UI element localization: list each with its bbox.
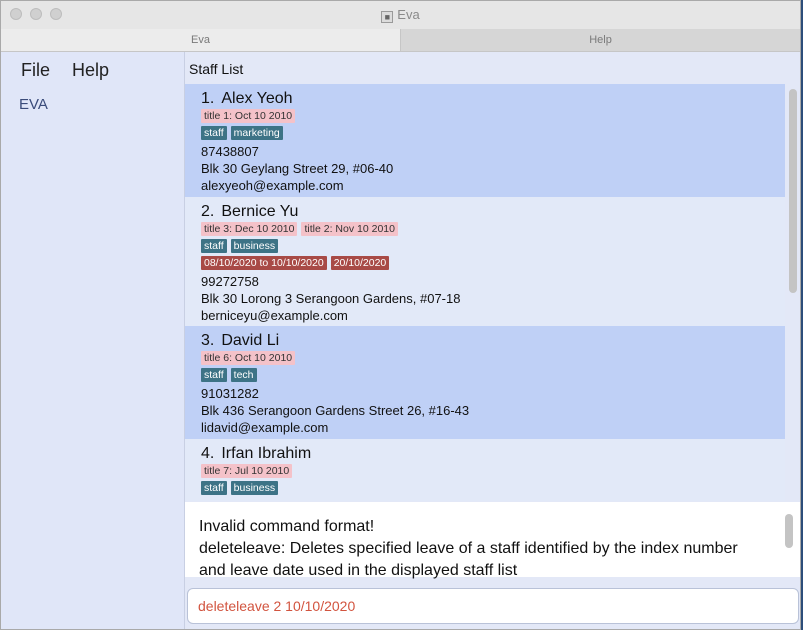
menu-file[interactable]: File xyxy=(21,60,50,80)
staff-card[interactable]: 4. Irfan Ibrahim title 7: Jul 10 2010 sta… xyxy=(185,439,785,501)
result-scrollbar[interactable] xyxy=(785,514,793,548)
leave-chip: title 3: Dec 10 2010 xyxy=(201,222,298,236)
command-input[interactable] xyxy=(188,589,798,623)
staff-address: Blk 30 Geylang Street 29, #06-40 xyxy=(201,161,394,176)
staff-card[interactable]: 1. Alex Yeoh title 1: Oct 10 2010 staff ma… xyxy=(185,84,785,197)
menu-bar: File Help xyxy=(21,60,131,81)
staff-name: Irfan Ibrahim xyxy=(221,445,312,462)
staff-phone: 87438807 xyxy=(201,144,259,159)
sidebar: File Help EVA xyxy=(1,52,185,629)
tag-chip: staff xyxy=(201,481,227,495)
staff-name: Alex Yeoh xyxy=(221,90,293,107)
staff-name-row: 1. Alex Yeoh xyxy=(201,89,785,109)
result-line: Invalid command format! xyxy=(199,518,375,535)
staff-list-scrollbar[interactable] xyxy=(789,89,797,293)
main-panel: Staff List 1. Alex Yeoh title 1: Oct 10 2… xyxy=(185,52,800,629)
tag-chip: marketing xyxy=(230,126,283,140)
tab-eva[interactable]: Eva xyxy=(1,29,401,51)
staff-email: lidavid@example.com xyxy=(201,420,329,435)
tag-chip: tech xyxy=(230,368,257,382)
window-title: Eva xyxy=(397,7,420,22)
leave-row: title 6: Oct 10 2010 xyxy=(201,351,785,368)
staff-card[interactable]: 2. Bernice Yu title 3: Dec 10 2010 title 2… xyxy=(185,197,785,326)
leave-chip: title 1: Oct 10 2010 xyxy=(201,109,296,123)
result-line: and leave date used in the displayed sta… xyxy=(199,562,518,579)
result-text: Invalid command format! deleteleave: Del… xyxy=(199,516,759,582)
staff-address: Blk 30 Lorong 3 Serangoon Gardens, #07-1… xyxy=(201,291,461,306)
staff-list-header: Staff List xyxy=(189,61,244,77)
staff-email: berniceyu@example.com xyxy=(201,308,348,323)
staff-card[interactable]: 3. David Li title 6: Oct 10 2010 staff tec… xyxy=(185,326,785,439)
menu-help[interactable]: Help xyxy=(72,60,109,80)
title-bar: ■ Eva xyxy=(1,1,800,30)
tag-row: staff tech xyxy=(201,368,785,385)
tag-row: staff marketing xyxy=(201,126,785,143)
staff-index: 4. xyxy=(201,445,215,462)
tag-chip: staff xyxy=(201,368,227,382)
staff-address: Blk 436 Serangoon Gardens Street 26, #16… xyxy=(201,403,470,418)
staff-phone: 91031282 xyxy=(201,386,259,401)
tag-chip: staff xyxy=(201,126,227,140)
window-title-wrap: ■ Eva xyxy=(1,7,800,23)
tag-chip: business xyxy=(230,481,279,495)
application-chip: 08/10/2020 to 10/10/2020 xyxy=(201,256,327,270)
leave-chip: title 7: Jul 10 2010 xyxy=(201,464,293,478)
tag-chip: staff xyxy=(201,239,227,253)
tab-help[interactable]: Help xyxy=(401,29,800,51)
result-line: deleteleave: Deletes specified leave of … xyxy=(199,540,738,557)
sidebar-eva-label: EVA xyxy=(19,96,48,113)
staff-name-row: 2. Bernice Yu xyxy=(201,202,785,222)
app-icon: ■ xyxy=(381,11,394,23)
leave-chip: title 6: Oct 10 2010 xyxy=(201,351,296,365)
staff-phone: 99272758 xyxy=(201,274,259,289)
leave-row: title 3: Dec 10 2010 title 2: Nov 10 2010 xyxy=(201,222,785,239)
result-display: Invalid command format! deleteleave: Del… xyxy=(185,502,800,579)
application-row: 08/10/2020 to 10/10/2020 20/10/2020 xyxy=(201,256,785,273)
staff-index: 1. xyxy=(201,90,215,107)
staff-phone: 92492021 xyxy=(201,498,785,501)
staff-name: David Li xyxy=(221,332,280,349)
staff-index: 3. xyxy=(201,332,215,349)
staff-index: 2. xyxy=(201,203,215,220)
leave-row: title 1: Oct 10 2010 xyxy=(201,109,785,126)
staff-email: alexyeoh@example.com xyxy=(201,178,344,193)
leave-row: title 7: Jul 10 2010 xyxy=(201,464,785,481)
leave-chip: title 2: Nov 10 2010 xyxy=(301,222,398,236)
tag-row: staff business xyxy=(201,481,785,498)
staff-list[interactable]: 1. Alex Yeoh title 1: Oct 10 2010 staff ma… xyxy=(185,84,785,501)
tag-chip: business xyxy=(230,239,279,253)
application-chip: 20/10/2020 xyxy=(330,256,390,270)
staff-name-row: 4. Irfan Ibrahim xyxy=(201,444,785,464)
tag-row: staff business xyxy=(201,239,785,256)
staff-name-row: 3. David Li xyxy=(201,331,785,351)
app-window: ■ Eva Eva Help File Help EVA Staff List 1.… xyxy=(0,0,801,630)
staff-name: Bernice Yu xyxy=(221,203,299,220)
tab-bar: Eva Help xyxy=(1,29,800,52)
command-box xyxy=(187,588,799,624)
